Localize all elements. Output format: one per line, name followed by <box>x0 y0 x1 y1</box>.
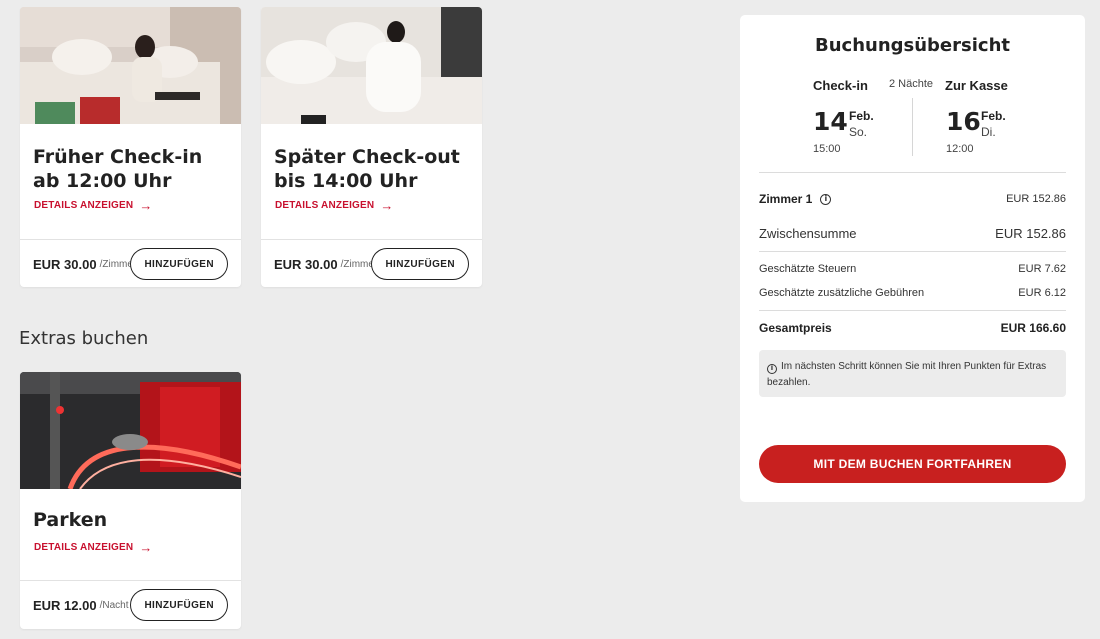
subtotal-value: EUR 152.86 <box>995 226 1066 241</box>
price: EUR 30.00 <box>274 257 338 272</box>
divider <box>759 172 1066 173</box>
offer-title: Später Check-out bis 14:00 Uhr <box>274 146 460 192</box>
fees-value: EUR 6.12 <box>1018 287 1066 299</box>
checkout-month: Feb. <box>981 109 1006 123</box>
total-value: EUR 166.60 <box>1000 321 1066 335</box>
details-link[interactable]: DETAILS ANZEIGEN → <box>34 197 153 213</box>
checkin-month: Feb. <box>849 109 874 123</box>
add-button[interactable]: HINZUFÜGEN <box>371 248 469 280</box>
room-label: Zimmer 1 <box>759 192 813 206</box>
offer-image-late-checkout <box>261 7 482 124</box>
details-link-label: DETAILS ANZEIGEN <box>275 200 375 211</box>
taxes-value: EUR 7.62 <box>1018 263 1066 275</box>
arrow-right-icon: → <box>139 539 153 555</box>
checkin-label: Check-in <box>813 78 868 93</box>
arrow-right-icon: → <box>380 197 394 213</box>
continue-booking-button[interactable]: MIT DEM BUCHEN FORTFAHREN <box>759 445 1066 483</box>
checkin-weekday: So. <box>849 125 868 139</box>
offer-image-early-checkin <box>20 7 241 124</box>
info-icon: i <box>767 363 777 374</box>
extra-card-parking: Parken DETAILS ANZEIGEN → EUR 12.00 /Nac… <box>20 372 241 629</box>
room-price: EUR 152.86 <box>1006 193 1066 205</box>
checkout-weekday: Di. <box>981 125 996 139</box>
booking-summary: Buchungsübersicht Check-in 2 Nächte Zur … <box>740 15 1085 502</box>
price-unit: /Nacht <box>99 600 129 611</box>
subtotal-row: Zwischensumme EUR 152.86 <box>759 226 1066 241</box>
fees-label: Geschätzte zusätzliche Gebühren <box>759 287 925 299</box>
details-link-label: DETAILS ANZEIGEN <box>34 200 134 211</box>
taxes-label: Geschätzte Steuern <box>759 263 857 275</box>
fees-row: Geschätzte zusätzliche Gebühren EUR 6.12 <box>759 287 1066 299</box>
extra-title: Parken <box>33 509 108 531</box>
checkin-day: 14 <box>813 107 848 136</box>
add-button[interactable]: HINZUFÜGEN <box>130 248 228 280</box>
price: EUR 30.00 <box>33 257 97 272</box>
card-divider <box>20 580 241 581</box>
card-divider <box>20 239 241 240</box>
offer-card-late-checkout: Später Check-out bis 14:00 Uhr DETAILS A… <box>261 7 482 287</box>
price: EUR 12.00 <box>33 598 97 613</box>
arrow-right-icon: → <box>139 197 153 213</box>
room-row: Zimmer 1 i EUR 152.86 <box>759 192 1066 206</box>
subtotal-label: Zwischensumme <box>759 226 857 241</box>
details-link[interactable]: DETAILS ANZEIGEN → <box>34 539 153 555</box>
card-divider <box>261 239 482 240</box>
add-button[interactable]: HINZUFÜGEN <box>130 589 228 621</box>
details-link[interactable]: DETAILS ANZEIGEN → <box>275 197 394 213</box>
nights-count: 2 Nächte <box>889 78 934 90</box>
info-icon[interactable]: i <box>820 193 832 205</box>
notice-text: Im nächsten Schritt können Sie mit Ihren… <box>767 361 1047 388</box>
checkout-day: 16 <box>946 107 981 136</box>
points-notice: i Im nächsten Schritt können Sie mit Ihre… <box>759 350 1066 397</box>
details-link-label: DETAILS ANZEIGEN <box>34 542 134 553</box>
date-divider <box>912 98 913 156</box>
divider <box>759 310 1066 311</box>
checkout-label: Zur Kasse <box>945 78 1008 93</box>
offer-card-early-checkin: Früher Check-in ab 12:00 Uhr DETAILS ANZ… <box>20 7 241 287</box>
extras-heading: Extras buchen <box>19 328 149 349</box>
total-label: Gesamtpreis <box>759 321 832 335</box>
total-row: Gesamtpreis EUR 166.60 <box>759 321 1066 335</box>
summary-title: Buchungsübersicht <box>814 35 1010 56</box>
extra-image-parking <box>20 372 241 489</box>
checkin-time: 15:00 <box>813 143 841 155</box>
checkout-time: 12:00 <box>946 143 974 155</box>
divider <box>759 251 1066 252</box>
taxes-row: Geschätzte Steuern EUR 7.62 <box>759 263 1066 275</box>
offer-title: Früher Check-in ab 12:00 Uhr <box>33 146 203 192</box>
